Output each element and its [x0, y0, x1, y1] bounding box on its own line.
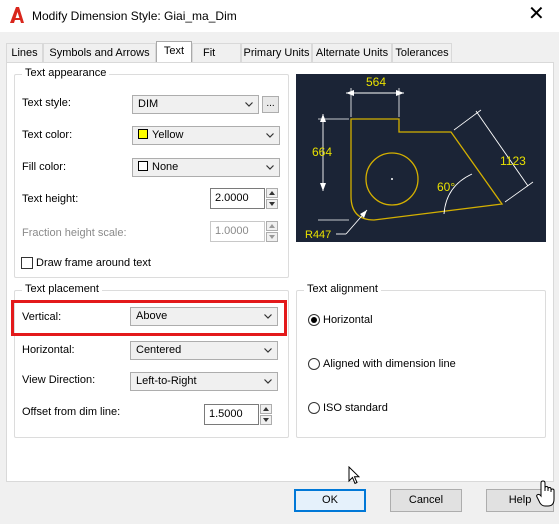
chevron-down-icon — [266, 165, 274, 170]
tab-lines[interactable]: Lines — [6, 43, 43, 63]
cancel-button[interactable]: Cancel — [390, 489, 462, 512]
highlight-frame — [11, 300, 287, 336]
horizontal-radio-label: Horizontal — [323, 314, 373, 326]
text-color-label: Text color: — [22, 129, 73, 141]
close-icon[interactable]: ✕ — [528, 4, 545, 24]
draw-frame-label: Draw frame around text — [36, 257, 151, 269]
fraction-height-spinner — [266, 221, 278, 242]
horizontal-select[interactable]: Centered — [130, 341, 278, 360]
dim-left-text: 664 — [312, 145, 332, 159]
part-outline — [350, 118, 504, 221]
hand-cursor-icon — [536, 480, 555, 507]
text-color-select[interactable]: Yellow — [132, 126, 280, 145]
dimension-preview: 564 664 1123 60° R447 — [296, 74, 546, 242]
dialog-window: Modify Dimension Style: Giai_ma_Dim ✕ Li… — [0, 0, 559, 524]
aligned-radio-label: Aligned with dimension line — [323, 358, 456, 370]
view-direction-select[interactable]: Left-to-Right — [130, 372, 278, 391]
text-alignment-legend: Text alignment — [304, 283, 381, 295]
aligned-radio[interactable] — [308, 358, 320, 370]
chevron-down-icon — [245, 102, 253, 107]
horizontal-label: Horizontal: — [22, 344, 75, 356]
offset-input[interactable]: 1.5000 — [204, 404, 259, 425]
dim-right-text: 1123 — [500, 154, 526, 168]
tab-symbols-and-arrows[interactable]: Symbols and Arrows — [43, 43, 156, 63]
color-swatch-icon — [138, 129, 148, 139]
chevron-down-icon — [266, 133, 274, 138]
title-bar[interactable]: Modify Dimension Style: Giai_ma_Dim ✕ — [0, 0, 559, 32]
horizontal-radio[interactable] — [308, 314, 320, 326]
dim-top-text: 564 — [366, 75, 386, 89]
text-height-label: Text height: — [22, 193, 79, 205]
hole-center-mark — [391, 178, 393, 180]
text-height-spinner[interactable] — [266, 188, 278, 209]
fill-color-label: Fill color: — [22, 161, 67, 173]
view-direction-label: View Direction: — [22, 374, 96, 386]
tab-tolerances[interactable]: Tolerances — [392, 43, 452, 63]
fraction-height-input: 1.0000 — [210, 221, 265, 242]
fraction-height-label: Fraction height scale: — [22, 227, 127, 239]
tab-alternate-units[interactable]: Alternate Units — [312, 43, 392, 63]
autocad-logo-icon — [10, 7, 24, 23]
text-placement-legend: Text placement — [22, 283, 102, 295]
offset-label: Offset from dim line: — [22, 406, 121, 418]
chevron-down-icon — [264, 379, 272, 384]
text-style-browse-button[interactable]: ... — [262, 96, 279, 113]
dimension-preview-drawing: 564 664 1123 60° R447 — [305, 75, 534, 241]
arrow-cursor-icon — [348, 466, 360, 485]
fill-color-select[interactable]: None — [132, 158, 280, 177]
iso-standard-radio[interactable] — [308, 402, 320, 414]
tab-text[interactable]: Text — [156, 41, 192, 64]
color-swatch-icon — [138, 161, 148, 171]
chevron-down-icon — [264, 348, 272, 353]
offset-spinner[interactable] — [260, 404, 272, 425]
window-title: Modify Dimension Style: Giai_ma_Dim — [32, 9, 237, 23]
text-style-label: Text style: — [22, 97, 71, 109]
tab-fit[interactable]: Fit — [192, 43, 241, 63]
text-height-input[interactable]: 2.0000 — [210, 188, 265, 209]
tab-primary-units[interactable]: Primary Units — [241, 43, 312, 63]
draw-frame-checkbox[interactable] — [21, 257, 33, 269]
text-style-select[interactable]: DIM — [132, 95, 259, 114]
dim-angle-text: 60° — [437, 180, 455, 194]
dim-radius-text: R447 — [305, 229, 331, 241]
iso-standard-radio-label: ISO standard — [323, 402, 388, 414]
ok-button[interactable]: OK — [294, 489, 366, 512]
text-appearance-legend: Text appearance — [22, 67, 110, 79]
